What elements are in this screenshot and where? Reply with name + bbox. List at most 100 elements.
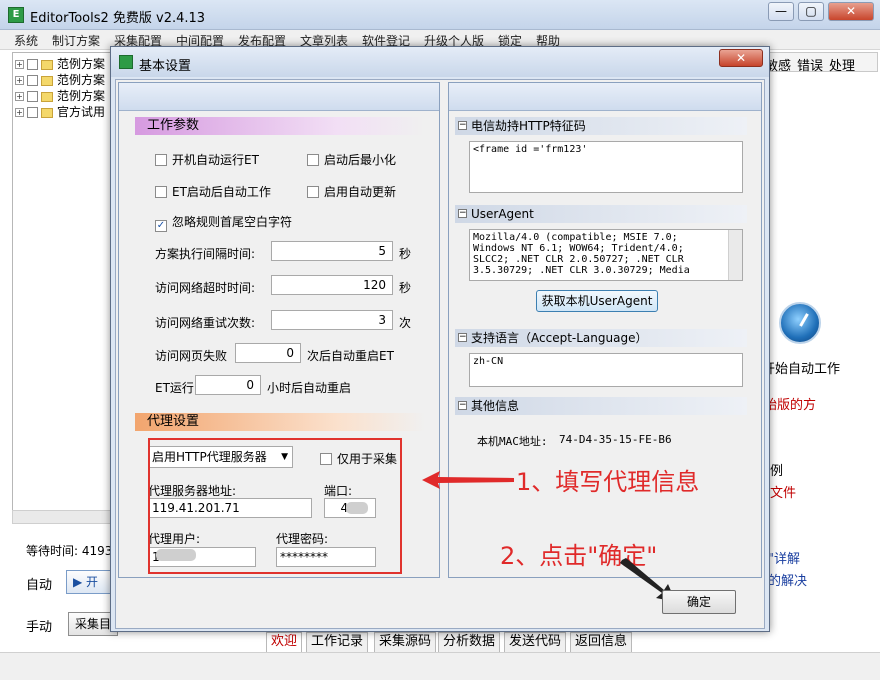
mac-value: 74-D4-35-15-FE-B6 bbox=[559, 433, 672, 446]
language-textarea[interactable]: zh-CN bbox=[469, 353, 743, 387]
clock-icon[interactable] bbox=[779, 302, 821, 344]
et-run-suffix: 小时后自动重启 bbox=[267, 381, 352, 395]
auto-label: 自动 bbox=[26, 578, 53, 593]
timeout-input[interactable]: 120 bbox=[271, 275, 393, 295]
highlight-box bbox=[148, 438, 402, 574]
tree-checkbox[interactable] bbox=[27, 59, 38, 70]
dialog-title: 基本设置 bbox=[139, 59, 192, 74]
right-welcome-panel: 开始自动工作 始版的方 例 文件 "详解 的解决 bbox=[762, 72, 878, 589]
tab-analyze-data[interactable]: 分析数据 bbox=[438, 632, 501, 652]
tree-checkbox[interactable] bbox=[27, 91, 38, 102]
checkbox-box[interactable] bbox=[155, 154, 167, 166]
expand-icon[interactable]: + bbox=[15, 92, 24, 101]
tree-item[interactable]: + 范例方案 bbox=[15, 87, 105, 103]
tree-item-label: 范例方案 bbox=[57, 89, 106, 103]
expand-icon[interactable]: + bbox=[15, 76, 24, 85]
annotation-step1: 1、填写代理信息 bbox=[516, 468, 700, 496]
bottom-tabs: 欢迎 工作记录 采集源码 分析数据 发送代码 返回信息 bbox=[262, 630, 762, 652]
language-header[interactable]: − 支持语言（Accept-Language） bbox=[455, 329, 747, 347]
minimize-after-checkbox[interactable]: 启动后最小化 bbox=[307, 151, 396, 168]
auto-run-checkbox[interactable]: 开机自动运行ET bbox=[155, 151, 259, 168]
dialog-icon bbox=[119, 55, 133, 69]
start-auto-work-link[interactable]: 开始自动工作 bbox=[762, 358, 840, 377]
waiting-value: 4193 bbox=[81, 544, 113, 558]
tab-send-code[interactable]: 发送代码 bbox=[504, 632, 567, 652]
interval-unit: 秒 bbox=[399, 247, 412, 261]
interval-label: 方案执行间隔时间: bbox=[155, 247, 256, 261]
auto-start-button[interactable]: ▶ 开 bbox=[66, 570, 116, 594]
folder-icon bbox=[41, 59, 53, 70]
tree-checkbox[interactable] bbox=[27, 75, 38, 86]
useragent-header[interactable]: − UserAgent bbox=[455, 205, 747, 223]
tree-item[interactable]: + 范例方案 bbox=[15, 55, 105, 71]
tab-work-log[interactable]: 工作记录 bbox=[306, 632, 369, 652]
right-panel-header bbox=[449, 83, 761, 111]
telecom-textarea[interactable]: <frame id ='frm123' bbox=[469, 141, 743, 193]
retry-input[interactable]: 3 bbox=[271, 310, 393, 330]
folder-icon bbox=[41, 91, 53, 102]
horizontal-scrollbar[interactable] bbox=[12, 510, 124, 524]
collapse-icon[interactable]: − bbox=[458, 401, 467, 410]
et-run-input[interactable]: 0 bbox=[195, 375, 261, 395]
minimize-button[interactable]: — bbox=[768, 2, 794, 21]
app-title: EditorTools2 免费版 v2.4.13 bbox=[30, 11, 206, 26]
tree-item-label: 官方试用 bbox=[57, 105, 106, 119]
retry-unit: 次 bbox=[399, 316, 412, 330]
right-panel: − 电信劫持HTTP特征码 <frame id ='frm123' − UserAg… bbox=[448, 82, 762, 578]
collapse-icon[interactable]: − bbox=[458, 333, 467, 342]
fail-label: 访问网页失败 bbox=[155, 349, 228, 363]
checkmark-icon[interactable]: ✓ bbox=[155, 220, 167, 232]
checkbox-label: 开机自动运行ET bbox=[172, 153, 259, 167]
group-title: 电信劫持HTTP特征码 bbox=[471, 119, 586, 133]
checkbox-box[interactable] bbox=[155, 186, 167, 198]
restore-button[interactable]: ▢ bbox=[798, 2, 824, 21]
useragent-textarea[interactable]: Mozilla/4.0 (compatible; MSIE 7.0; Windo… bbox=[469, 229, 743, 281]
waiting-time: 等待时间: 4193 bbox=[26, 542, 112, 559]
ok-button[interactable]: 确定 bbox=[662, 590, 736, 614]
get-useragent-button[interactable]: 获取本机UserAgent bbox=[536, 290, 658, 312]
red-text: 始版的方 bbox=[764, 398, 817, 413]
fail-input[interactable]: 0 bbox=[235, 343, 301, 363]
tab-welcome[interactable]: 欢迎 bbox=[266, 632, 303, 652]
tree-item[interactable]: + 范例方案 bbox=[15, 71, 105, 87]
ignore-whitespace-checkbox[interactable]: ✓ 忽略规则首尾空白字符 bbox=[155, 213, 292, 232]
timeout-label: 访问网络超时时间: bbox=[155, 281, 256, 295]
expand-icon[interactable]: + bbox=[15, 60, 24, 69]
group-title: UserAgent bbox=[471, 207, 534, 221]
et-run-label: ET运行 bbox=[155, 381, 194, 395]
checkbox-box[interactable] bbox=[307, 186, 319, 198]
expand-icon[interactable]: + bbox=[15, 108, 24, 117]
tree-checkbox[interactable] bbox=[27, 107, 38, 118]
waiting-label: 等待时间: bbox=[26, 544, 79, 558]
vertical-scrollbar[interactable] bbox=[728, 230, 742, 280]
telecom-header[interactable]: − 电信劫持HTTP特征码 bbox=[455, 117, 747, 135]
timeout-unit: 秒 bbox=[399, 281, 412, 295]
menu-system[interactable]: 系统 bbox=[14, 32, 38, 49]
checkbox-label: 启用自动更新 bbox=[324, 185, 397, 199]
tab-collect-source[interactable]: 采集源码 bbox=[374, 632, 437, 652]
auto-update-checkbox[interactable]: 启用自动更新 bbox=[307, 183, 396, 200]
other-info-header[interactable]: − 其他信息 bbox=[455, 397, 747, 415]
tree-item[interactable]: + 官方试用 bbox=[15, 103, 105, 119]
interval-input[interactable]: 5 bbox=[271, 241, 393, 261]
manual-label: 手动 bbox=[26, 620, 53, 635]
tree-item-label: 范例方案 bbox=[57, 73, 106, 87]
retry-label: 访问网络重试次数: bbox=[155, 316, 256, 330]
collapse-icon[interactable]: − bbox=[458, 209, 467, 218]
dialog-titlebar bbox=[111, 47, 769, 77]
folder-icon bbox=[41, 107, 53, 118]
mac-label: 本机MAC地址: bbox=[477, 435, 548, 448]
plan-tree: + 范例方案 + 范例方案 + 范例方案 + 官方试用 bbox=[12, 52, 114, 512]
useragent-text: Mozilla/4.0 (compatible; MSIE 7.0; Windo… bbox=[473, 232, 690, 276]
checkbox-box[interactable] bbox=[307, 154, 319, 166]
tab-return-info[interactable]: 返回信息 bbox=[570, 632, 633, 652]
help-link[interactable]: "详解 bbox=[768, 548, 800, 567]
collapse-icon[interactable]: − bbox=[458, 121, 467, 130]
dialog-close-button[interactable]: ✕ bbox=[719, 49, 763, 67]
list-header: 敏感 错误 处理 bbox=[762, 52, 878, 74]
menu-make-plan[interactable]: 制订方案 bbox=[52, 32, 100, 49]
help-link[interactable]: 的解决 bbox=[768, 570, 807, 589]
close-button[interactable]: ✕ bbox=[828, 2, 874, 21]
left-panel-header bbox=[119, 83, 439, 111]
auto-work-checkbox[interactable]: ET启动后自动工作 bbox=[155, 183, 271, 200]
